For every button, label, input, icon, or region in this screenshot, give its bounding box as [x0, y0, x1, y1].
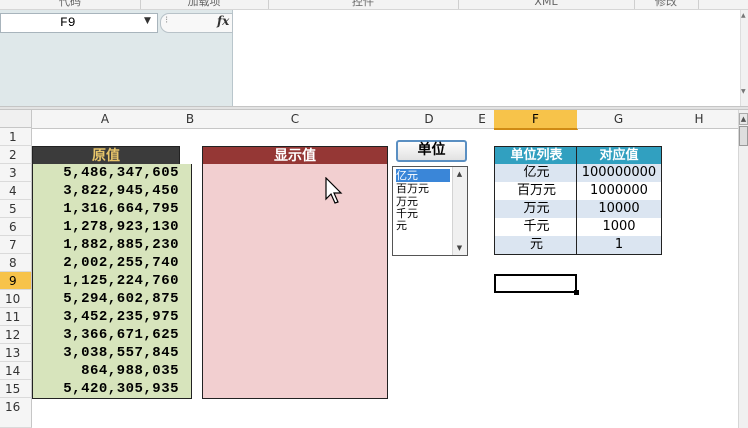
row-header-14[interactable]: 14: [0, 362, 32, 380]
active-cell-f9[interactable]: [494, 274, 577, 293]
row-header-12[interactable]: 12: [0, 326, 32, 344]
original-value-header[interactable]: 原值: [32, 146, 180, 166]
original-value-cell[interactable]: 3,038,557,845: [32, 344, 192, 363]
display-value-cell[interactable]: [202, 182, 388, 201]
unit-name-cell[interactable]: 元: [494, 236, 579, 255]
column-header-e[interactable]: E: [470, 110, 495, 129]
display-value-cell[interactable]: [202, 254, 388, 273]
row-header-15[interactable]: 15: [0, 380, 32, 398]
vertical-scrollbar[interactable]: [738, 110, 748, 428]
unit-name-cell[interactable]: 百万元: [494, 182, 579, 201]
row-header-3[interactable]: 3: [0, 164, 32, 182]
scroll-down-icon[interactable]: ▼: [741, 88, 746, 95]
unit-value-cell[interactable]: 1000: [576, 218, 662, 237]
display-value-header[interactable]: 显示值: [202, 146, 388, 166]
unit-table-header[interactable]: 单位列表: [494, 146, 579, 166]
unit-button[interactable]: 单位: [396, 140, 467, 162]
original-value-cell[interactable]: 3,822,945,450: [32, 182, 192, 201]
original-value-cell[interactable]: 1,278,923,130: [32, 218, 192, 237]
original-value-cell[interactable]: 3,452,235,975: [32, 308, 192, 327]
original-value-cell[interactable]: 2,002,255,740: [32, 254, 192, 273]
display-value-cell[interactable]: [202, 236, 388, 255]
column-header-g[interactable]: G: [577, 110, 661, 129]
list-item[interactable]: 亿元: [396, 169, 450, 182]
name-box[interactable]: [0, 13, 158, 33]
scroll-down-icon[interactable]: ▼: [452, 241, 467, 255]
row-header-4[interactable]: 4: [0, 182, 32, 200]
grip-icon: ⁝: [165, 15, 168, 26]
display-value-cell[interactable]: [202, 344, 388, 363]
original-value-cell[interactable]: 864,988,035: [32, 362, 192, 381]
row-header-11[interactable]: 11: [0, 308, 32, 326]
display-value-cell[interactable]: [202, 362, 388, 381]
mouse-pointer-icon: [325, 176, 343, 208]
row-header-5[interactable]: 5: [0, 200, 32, 218]
unit-table-header[interactable]: 对应值: [576, 146, 662, 166]
list-item[interactable]: 元: [396, 219, 450, 232]
row-header-1[interactable]: 1: [0, 128, 32, 146]
original-value-cell[interactable]: 3,366,671,625: [32, 326, 192, 345]
display-value-cell[interactable]: [202, 326, 388, 345]
ribbon-strip: 代码 加载项 控件 XML 修改: [0, 0, 748, 10]
column-header-h[interactable]: H: [660, 110, 739, 129]
chevron-down-icon[interactable]: ▼: [144, 16, 151, 26]
original-value-cell[interactable]: 5,294,602,875: [32, 290, 192, 309]
original-value-cell[interactable]: 1,882,885,230: [32, 236, 192, 255]
row-header-13[interactable]: 13: [0, 344, 32, 362]
scrollbar-thumb[interactable]: [739, 126, 748, 146]
row-header-10[interactable]: 10: [0, 290, 32, 308]
display-value-cell[interactable]: [202, 380, 388, 399]
display-value-cell[interactable]: [202, 200, 388, 219]
unit-value-cell[interactable]: 1: [576, 236, 662, 255]
original-value-cell[interactable]: 1,125,224,760: [32, 272, 192, 291]
row-header-16[interactable]: 16: [0, 398, 32, 428]
ribbon-group-addins[interactable]: 加载项: [140, 0, 269, 9]
ribbon-group-code[interactable]: 代码: [0, 0, 141, 9]
unit-value-cell[interactable]: 100000000: [576, 164, 662, 183]
original-value-cell[interactable]: 5,486,347,605: [32, 164, 192, 183]
scroll-up-icon[interactable]: ▲: [739, 113, 748, 125]
ribbon-group-modify[interactable]: 修改: [634, 0, 699, 9]
ribbon-group-controls[interactable]: 控件: [268, 0, 459, 9]
column-header-c[interactable]: C: [202, 110, 389, 129]
unit-name-cell[interactable]: 千元: [494, 218, 579, 237]
original-value-cell[interactable]: 1,316,664,795: [32, 200, 192, 219]
scroll-up-icon[interactable]: ▲: [741, 12, 746, 19]
unit-value-cell[interactable]: 1000000: [576, 182, 662, 201]
formula-input[interactable]: [234, 10, 740, 106]
scroll-up-icon[interactable]: ▲: [452, 167, 467, 181]
ribbon-group-xml[interactable]: XML: [458, 0, 635, 9]
fx-icon[interactable]: fx: [217, 14, 229, 28]
unit-name-cell[interactable]: 万元: [494, 200, 579, 219]
fill-handle[interactable]: [574, 290, 579, 295]
select-all-corner[interactable]: [0, 110, 32, 128]
display-value-cell[interactable]: [202, 218, 388, 237]
row-header-7[interactable]: 7: [0, 236, 32, 254]
unit-name-cell[interactable]: 亿元: [494, 164, 579, 183]
list-item[interactable]: 百万元: [396, 182, 450, 195]
display-value-cell[interactable]: [202, 272, 388, 291]
row-header-6[interactable]: 6: [0, 218, 32, 236]
column-header-b[interactable]: B: [178, 110, 203, 129]
row-header-8[interactable]: 8: [0, 254, 32, 272]
column-header-a[interactable]: A: [32, 110, 179, 129]
display-value-cell[interactable]: [202, 290, 388, 309]
column-header-f[interactable]: F: [494, 110, 578, 130]
display-value-cell[interactable]: [202, 308, 388, 327]
display-value-cell[interactable]: [202, 164, 388, 183]
column-header-d[interactable]: D: [388, 110, 471, 129]
original-value-cell[interactable]: 5,420,305,935: [32, 380, 192, 399]
row-header-2[interactable]: 2: [0, 146, 32, 164]
name-box-value: F9: [60, 15, 76, 30]
row-header-9[interactable]: 9: [0, 272, 32, 290]
unit-value-cell[interactable]: 10000: [576, 200, 662, 219]
